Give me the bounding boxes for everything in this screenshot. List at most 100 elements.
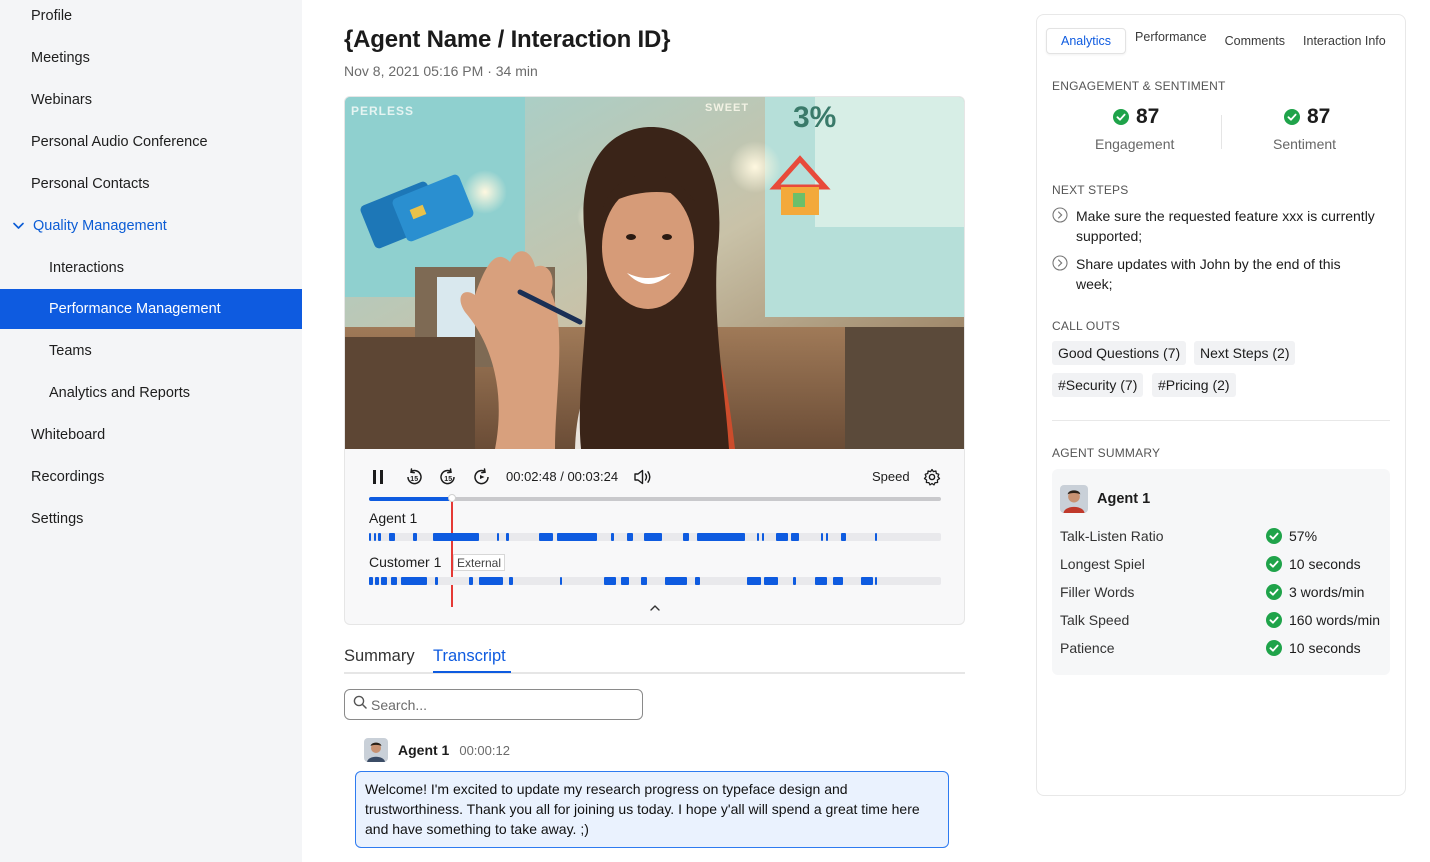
chevron-up-icon[interactable] (648, 602, 662, 614)
metric-row: Patience 10 seconds (1060, 638, 1386, 658)
speech-segment (764, 577, 778, 585)
transcript-message-header: Agent 1 00:00:12 (364, 738, 510, 762)
sidebar-item-meetings[interactable]: Meetings (0, 38, 302, 78)
page-title: {Agent Name / Interaction ID} (344, 26, 671, 53)
media-player: 3% PERLESS SWEET 15 15 00:02:48 / 00:03:… (344, 96, 965, 625)
tab-transcript[interactable]: Transcript (433, 647, 506, 666)
metric-value: 3 words/min (1266, 584, 1364, 600)
sidebar-item-label: Teams (49, 343, 92, 359)
check-circle-icon (1266, 612, 1282, 628)
message-timestamp[interactable]: 00:00:12 (459, 743, 510, 758)
sidebar-item-analytics-and-reports[interactable]: Analytics and Reports (0, 373, 302, 413)
sidebar-item-interactions[interactable]: Interactions (0, 248, 302, 288)
rewind-15-icon[interactable]: 15 (403, 467, 425, 487)
tab-performance[interactable]: Performance (1126, 24, 1216, 50)
speech-segment (560, 577, 562, 585)
check-circle-icon (1266, 640, 1282, 656)
replay-icon[interactable] (471, 467, 493, 487)
speech-segment (621, 577, 629, 585)
speech-segment (641, 577, 647, 585)
speech-segment (611, 533, 614, 541)
metric-label: Longest Spiel (1060, 556, 1145, 572)
tab-analytics[interactable]: Analytics (1046, 28, 1127, 54)
speech-segment (413, 533, 417, 541)
sidebar-item-settings[interactable]: Settings (0, 499, 302, 539)
engagement-section-title: ENGAGEMENT & SENTIMENT (1052, 79, 1226, 93)
sidebar-item-label: Quality Management (33, 218, 167, 234)
pause-icon[interactable] (369, 467, 387, 487)
sidebar-group-quality-management[interactable]: Quality Management (0, 206, 302, 246)
speech-segment (381, 577, 387, 585)
speech-segment (627, 533, 633, 541)
sidebar-item-label: Analytics and Reports (49, 385, 191, 401)
tab-interaction-info[interactable]: Interaction Info (1294, 28, 1395, 54)
speech-segment (369, 533, 371, 541)
speech-segment (793, 577, 796, 585)
interaction-meta: Nov 8, 2021 05:16 PM · 34 min (344, 63, 538, 79)
speech-segment (875, 577, 877, 585)
speech-segment (469, 577, 473, 585)
check-circle-icon (1266, 584, 1282, 600)
metric-row: Talk-Listen Ratio 57% (1060, 526, 1386, 546)
sidebar-item-recordings[interactable]: Recordings (0, 457, 302, 497)
metric-label: Filler Words (1060, 584, 1135, 600)
sidebar-item-profile[interactable]: Profile (0, 0, 302, 36)
speech-segment (791, 533, 799, 541)
svg-text:15: 15 (444, 476, 452, 483)
avatar (364, 738, 388, 762)
chevron-down-icon (12, 220, 24, 232)
search-input[interactable] (371, 696, 631, 713)
call-outs-title: CALL OUTS (1052, 319, 1121, 333)
video-frame[interactable]: 3% PERLESS SWEET (345, 97, 964, 449)
volume-icon[interactable] (632, 467, 654, 487)
callout-chip-pricing[interactable]: #Pricing (2) (1152, 373, 1236, 397)
next-step-text: Make sure the requested feature xxx is c… (1076, 208, 1375, 244)
speech-segment (506, 533, 509, 541)
settings-gear-icon[interactable] (922, 467, 942, 487)
forward-15-icon[interactable]: 15 (437, 467, 459, 487)
speech-segment (435, 577, 438, 585)
check-circle-icon (1266, 556, 1282, 572)
check-circle-icon (1266, 528, 1282, 544)
callout-chip-next-steps[interactable]: Next Steps (2) (1194, 341, 1296, 365)
playhead-handle[interactable] (448, 494, 456, 502)
sidebar-item-personal-audio-conference[interactable]: Personal Audio Conference (0, 122, 302, 162)
speech-segment (697, 533, 745, 541)
sidebar-item-whiteboard[interactable]: Whiteboard (0, 415, 302, 455)
metric-value-text: 10 seconds (1289, 640, 1361, 656)
next-step-text: Share updates with John by the end of th… (1076, 256, 1341, 292)
speaker-lane-customer[interactable] (369, 577, 941, 585)
sidebar-item-label: Settings (31, 511, 84, 527)
speech-segment (378, 533, 381, 541)
sidebar-item-label: Recordings (31, 469, 105, 485)
sidebar-item-teams[interactable]: Teams (0, 331, 302, 371)
transcript-message-text[interactable]: Welcome! I'm excited to update my resear… (355, 771, 949, 848)
tab-summary[interactable]: Summary (344, 647, 415, 666)
sidebar-item-personal-contacts[interactable]: Personal Contacts (0, 164, 302, 204)
speech-segment (375, 577, 379, 585)
progress-fill (369, 497, 451, 501)
speech-segment (762, 533, 764, 541)
next-step-item[interactable]: Make sure the requested feature xxx is c… (1052, 206, 1396, 246)
sidebar-item-performance-management[interactable]: Performance Management (0, 289, 302, 329)
speaker-lane-agent[interactable] (369, 533, 941, 541)
speech-segment (369, 577, 373, 585)
sentiment-label: Sentiment (1273, 136, 1337, 152)
callout-chip-good-questions[interactable]: Good Questions (7) (1052, 341, 1187, 365)
speech-segment (389, 533, 395, 541)
sidebar-item-label: Webinars (31, 92, 92, 108)
speech-segment (683, 533, 689, 541)
avatar (1060, 485, 1088, 513)
app-root: Profile Meetings Webinars Personal Audio… (0, 0, 1430, 862)
callout-chip-security[interactable]: #Security (7) (1052, 373, 1144, 397)
speed-button[interactable]: Speed (872, 469, 910, 484)
agent-summary-header: Agent 1 (1060, 485, 1150, 513)
tab-comments[interactable]: Comments (1216, 28, 1294, 54)
metric-value: 10 seconds (1266, 640, 1361, 656)
metric-label: Talk-Listen Ratio (1060, 528, 1164, 544)
sidebar-item-label: Meetings (31, 50, 90, 66)
metric-value-text: 57% (1289, 528, 1318, 544)
sidebar-item-webinars[interactable]: Webinars (0, 80, 302, 120)
next-step-item[interactable]: Share updates with John by the end of th… (1052, 254, 1361, 294)
panel-tabs: Analytics Performance Comments Interacti… (1046, 28, 1395, 54)
